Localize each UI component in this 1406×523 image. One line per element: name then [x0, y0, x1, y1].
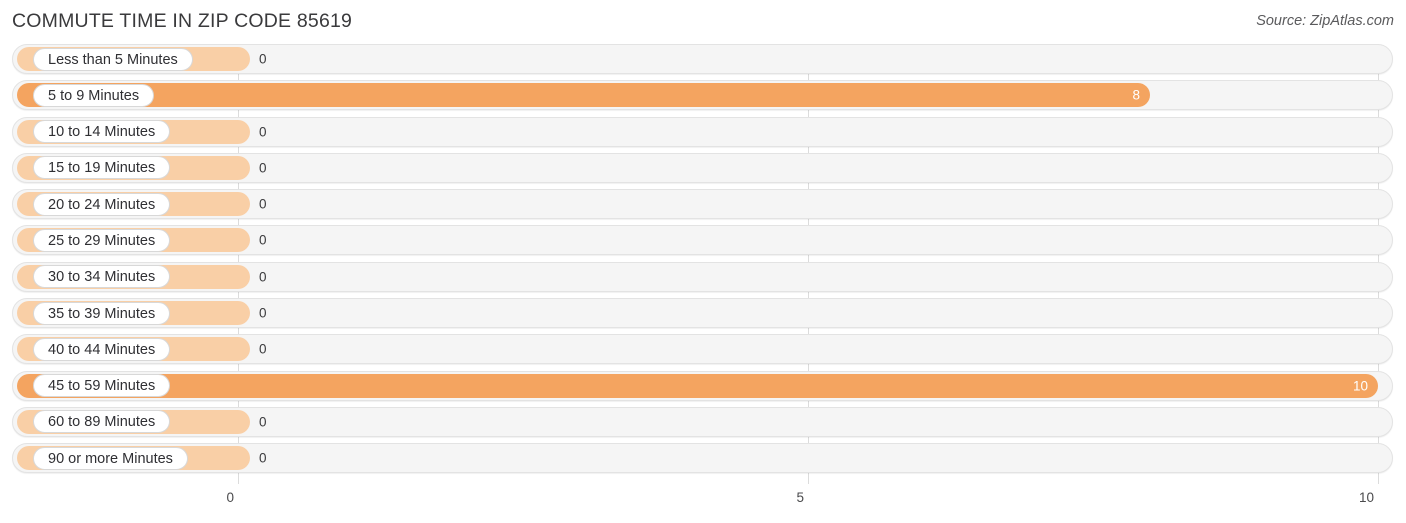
category-label[interactable]: 40 to 44 Minutes — [33, 337, 171, 361]
bar-row[interactable]: 0 30 to 34 Minutes — [0, 261, 1406, 292]
category-label[interactable]: 5 to 9 Minutes — [33, 83, 155, 107]
bar[interactable]: 8 — [17, 83, 1150, 108]
category-label[interactable]: 45 to 59 Minutes — [33, 374, 171, 398]
category-label[interactable]: Less than 5 Minutes — [33, 47, 193, 71]
category-label[interactable]: 20 to 24 Minutes — [33, 192, 171, 216]
bar[interactable]: 10 — [17, 373, 1378, 398]
axis-tick-5: 5 — [796, 490, 804, 505]
axis-tick-0: 0 — [226, 490, 234, 505]
category-label[interactable]: 30 to 34 Minutes — [33, 265, 171, 289]
bar-value-label: 0 — [259, 124, 267, 140]
bar-row[interactable]: 0 40 to 44 Minutes — [0, 334, 1406, 365]
bar-row[interactable]: 8 5 to 9 Minutes — [0, 80, 1406, 111]
axis-tick-10: 10 — [1358, 490, 1374, 505]
category-label[interactable]: 25 to 29 Minutes — [33, 228, 171, 252]
bar-value-label: 0 — [259, 341, 267, 357]
page-title: COMMUTE TIME IN ZIP CODE 85619 — [12, 10, 353, 32]
bar-value-label: 0 — [259, 51, 267, 67]
bar-value-label: 0 — [259, 269, 267, 285]
bar-value-label: 0 — [259, 196, 267, 212]
category-label[interactable]: 90 or more Minutes — [33, 446, 188, 470]
bar-rows: 0 Less than 5 Minutes 8 5 to 9 Minutes 0 10 t… — [0, 44, 1406, 480]
bar-row[interactable]: 0 10 to 14 Minutes — [0, 116, 1406, 147]
bar-row[interactable]: 0 Less than 5 Minutes — [0, 44, 1406, 74]
bar-value-label: 0 — [259, 232, 267, 248]
category-label[interactable]: 60 to 89 Minutes — [33, 410, 171, 434]
category-label[interactable]: 15 to 19 Minutes — [33, 156, 171, 180]
category-label[interactable]: 10 to 14 Minutes — [33, 120, 171, 144]
bar-value-label: 0 — [259, 160, 267, 176]
x-axis: 0 5 10 — [0, 484, 1406, 523]
source-attribution: Source: ZipAtlas.com — [1256, 13, 1394, 29]
bar-row[interactable]: 0 35 to 39 Minutes — [0, 298, 1406, 329]
bar-row[interactable]: 10 45 to 59 Minutes — [0, 370, 1406, 401]
chart-header: COMMUTE TIME IN ZIP CODE 85619 Source: Z… — [0, 0, 1406, 44]
bar-value-label: 0 — [259, 414, 267, 430]
bar-value-label: 10 — [1352, 378, 1368, 394]
bar-value-label: 0 — [259, 305, 267, 321]
bar-value-label: 8 — [1132, 87, 1140, 103]
bar-row[interactable]: 0 20 to 24 Minutes — [0, 189, 1406, 220]
chart-plot-area: 0 Less than 5 Minutes 8 5 to 9 Minutes 0 10 t… — [0, 44, 1406, 484]
bar-row[interactable]: 0 25 to 29 Minutes — [0, 225, 1406, 256]
category-label[interactable]: 35 to 39 Minutes — [33, 301, 171, 325]
bar-value-label: 0 — [259, 450, 267, 466]
bar-row[interactable]: 0 90 or more Minutes — [0, 443, 1406, 474]
bar-row[interactable]: 0 15 to 19 Minutes — [0, 152, 1406, 183]
bar-row[interactable]: 0 60 to 89 Minutes — [0, 406, 1406, 437]
